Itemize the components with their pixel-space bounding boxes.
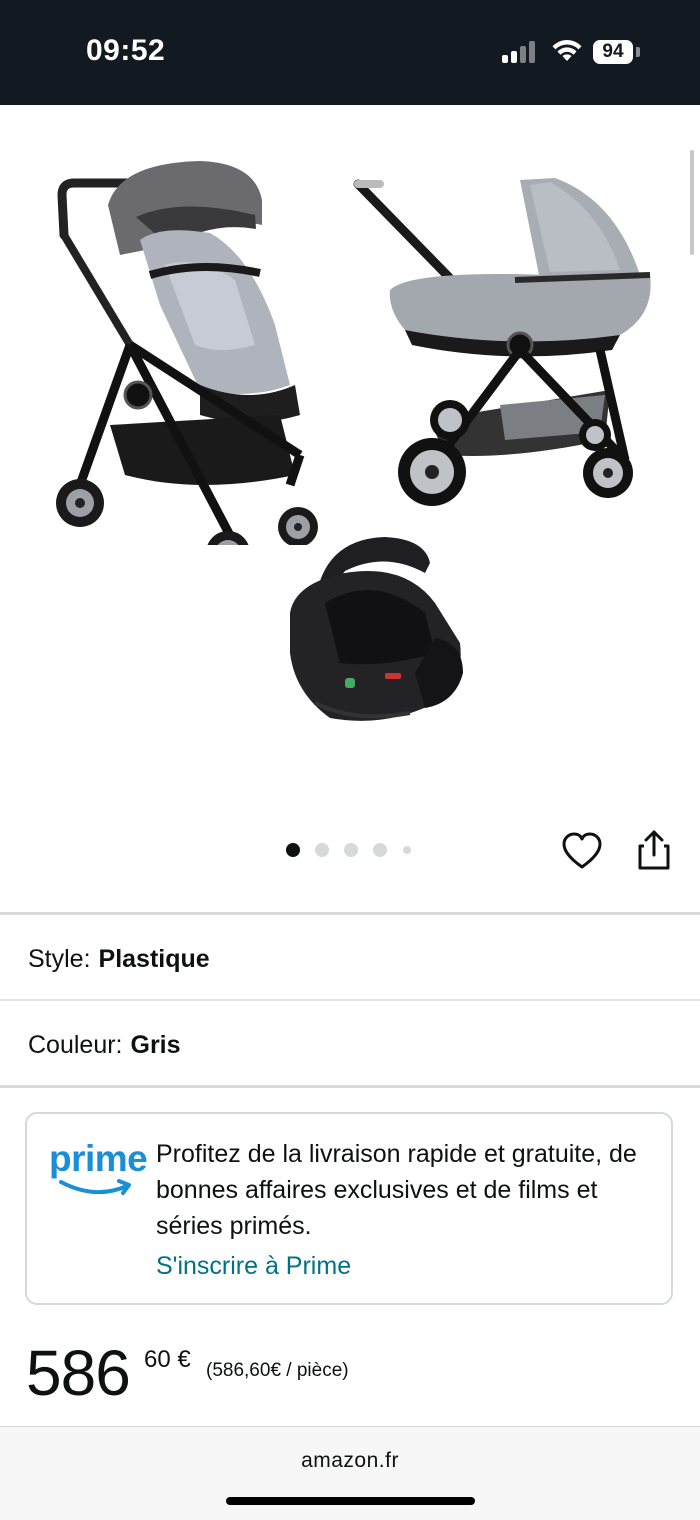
pagination-dot[interactable] [315, 843, 329, 857]
status-bar: 09:52 94 [0, 0, 700, 105]
pagination-dot-active[interactable] [286, 843, 300, 857]
wifi-icon [552, 39, 582, 61]
price-fraction: 60 € [144, 1346, 191, 1373]
unit-price: (586,60€ / pièce) [206, 1360, 349, 1381]
status-time: 09:52 [86, 34, 166, 67]
browser-bottom-bar: amazon.fr [0, 1426, 700, 1520]
scroll-indicator [690, 150, 694, 255]
style-option[interactable]: Style: Plastique [28, 945, 210, 974]
section-divider [0, 1085, 700, 1088]
prime-smile-icon [59, 1179, 131, 1195]
share-icon[interactable] [634, 828, 674, 872]
heart-icon[interactable] [562, 832, 602, 872]
stroller-carrycot-image [353, 178, 651, 506]
home-indicator[interactable] [226, 1497, 475, 1505]
style-label: Style: [28, 945, 91, 973]
price-block: 586 60 € (586,60€ / pièce) [26, 1336, 349, 1410]
prime-logo-text: prime [49, 1138, 148, 1179]
prime-promo-card[interactable]: prime Profitez de la livraison rapide et… [25, 1112, 673, 1305]
style-value: Plastique [98, 945, 210, 973]
section-divider [0, 912, 700, 915]
pagination-dot[interactable] [373, 843, 387, 857]
prime-description: Profitez de la livraison rapide et gratu… [156, 1140, 637, 1240]
cellular-signal-icon [502, 41, 538, 63]
battery-indicator: 94 [593, 40, 633, 64]
battery-tip [636, 47, 640, 57]
prime-logo: prime [49, 1138, 148, 1195]
pagination-dot[interactable] [403, 846, 411, 854]
color-option[interactable]: Couleur: Gris [28, 1031, 181, 1060]
url-label[interactable]: amazon.fr [0, 1449, 700, 1473]
stroller-seat-image [56, 161, 318, 545]
color-value: Gris [130, 1031, 181, 1059]
product-image-gallery[interactable] [0, 105, 700, 805]
infant-car-seat-image [290, 537, 463, 721]
color-label: Couleur: [28, 1031, 123, 1059]
option-divider [0, 999, 700, 1001]
prime-signup-link[interactable]: S'inscrire à Prime [156, 1252, 351, 1281]
price-whole: 586 [26, 1337, 131, 1409]
pagination-dot[interactable] [344, 843, 358, 857]
